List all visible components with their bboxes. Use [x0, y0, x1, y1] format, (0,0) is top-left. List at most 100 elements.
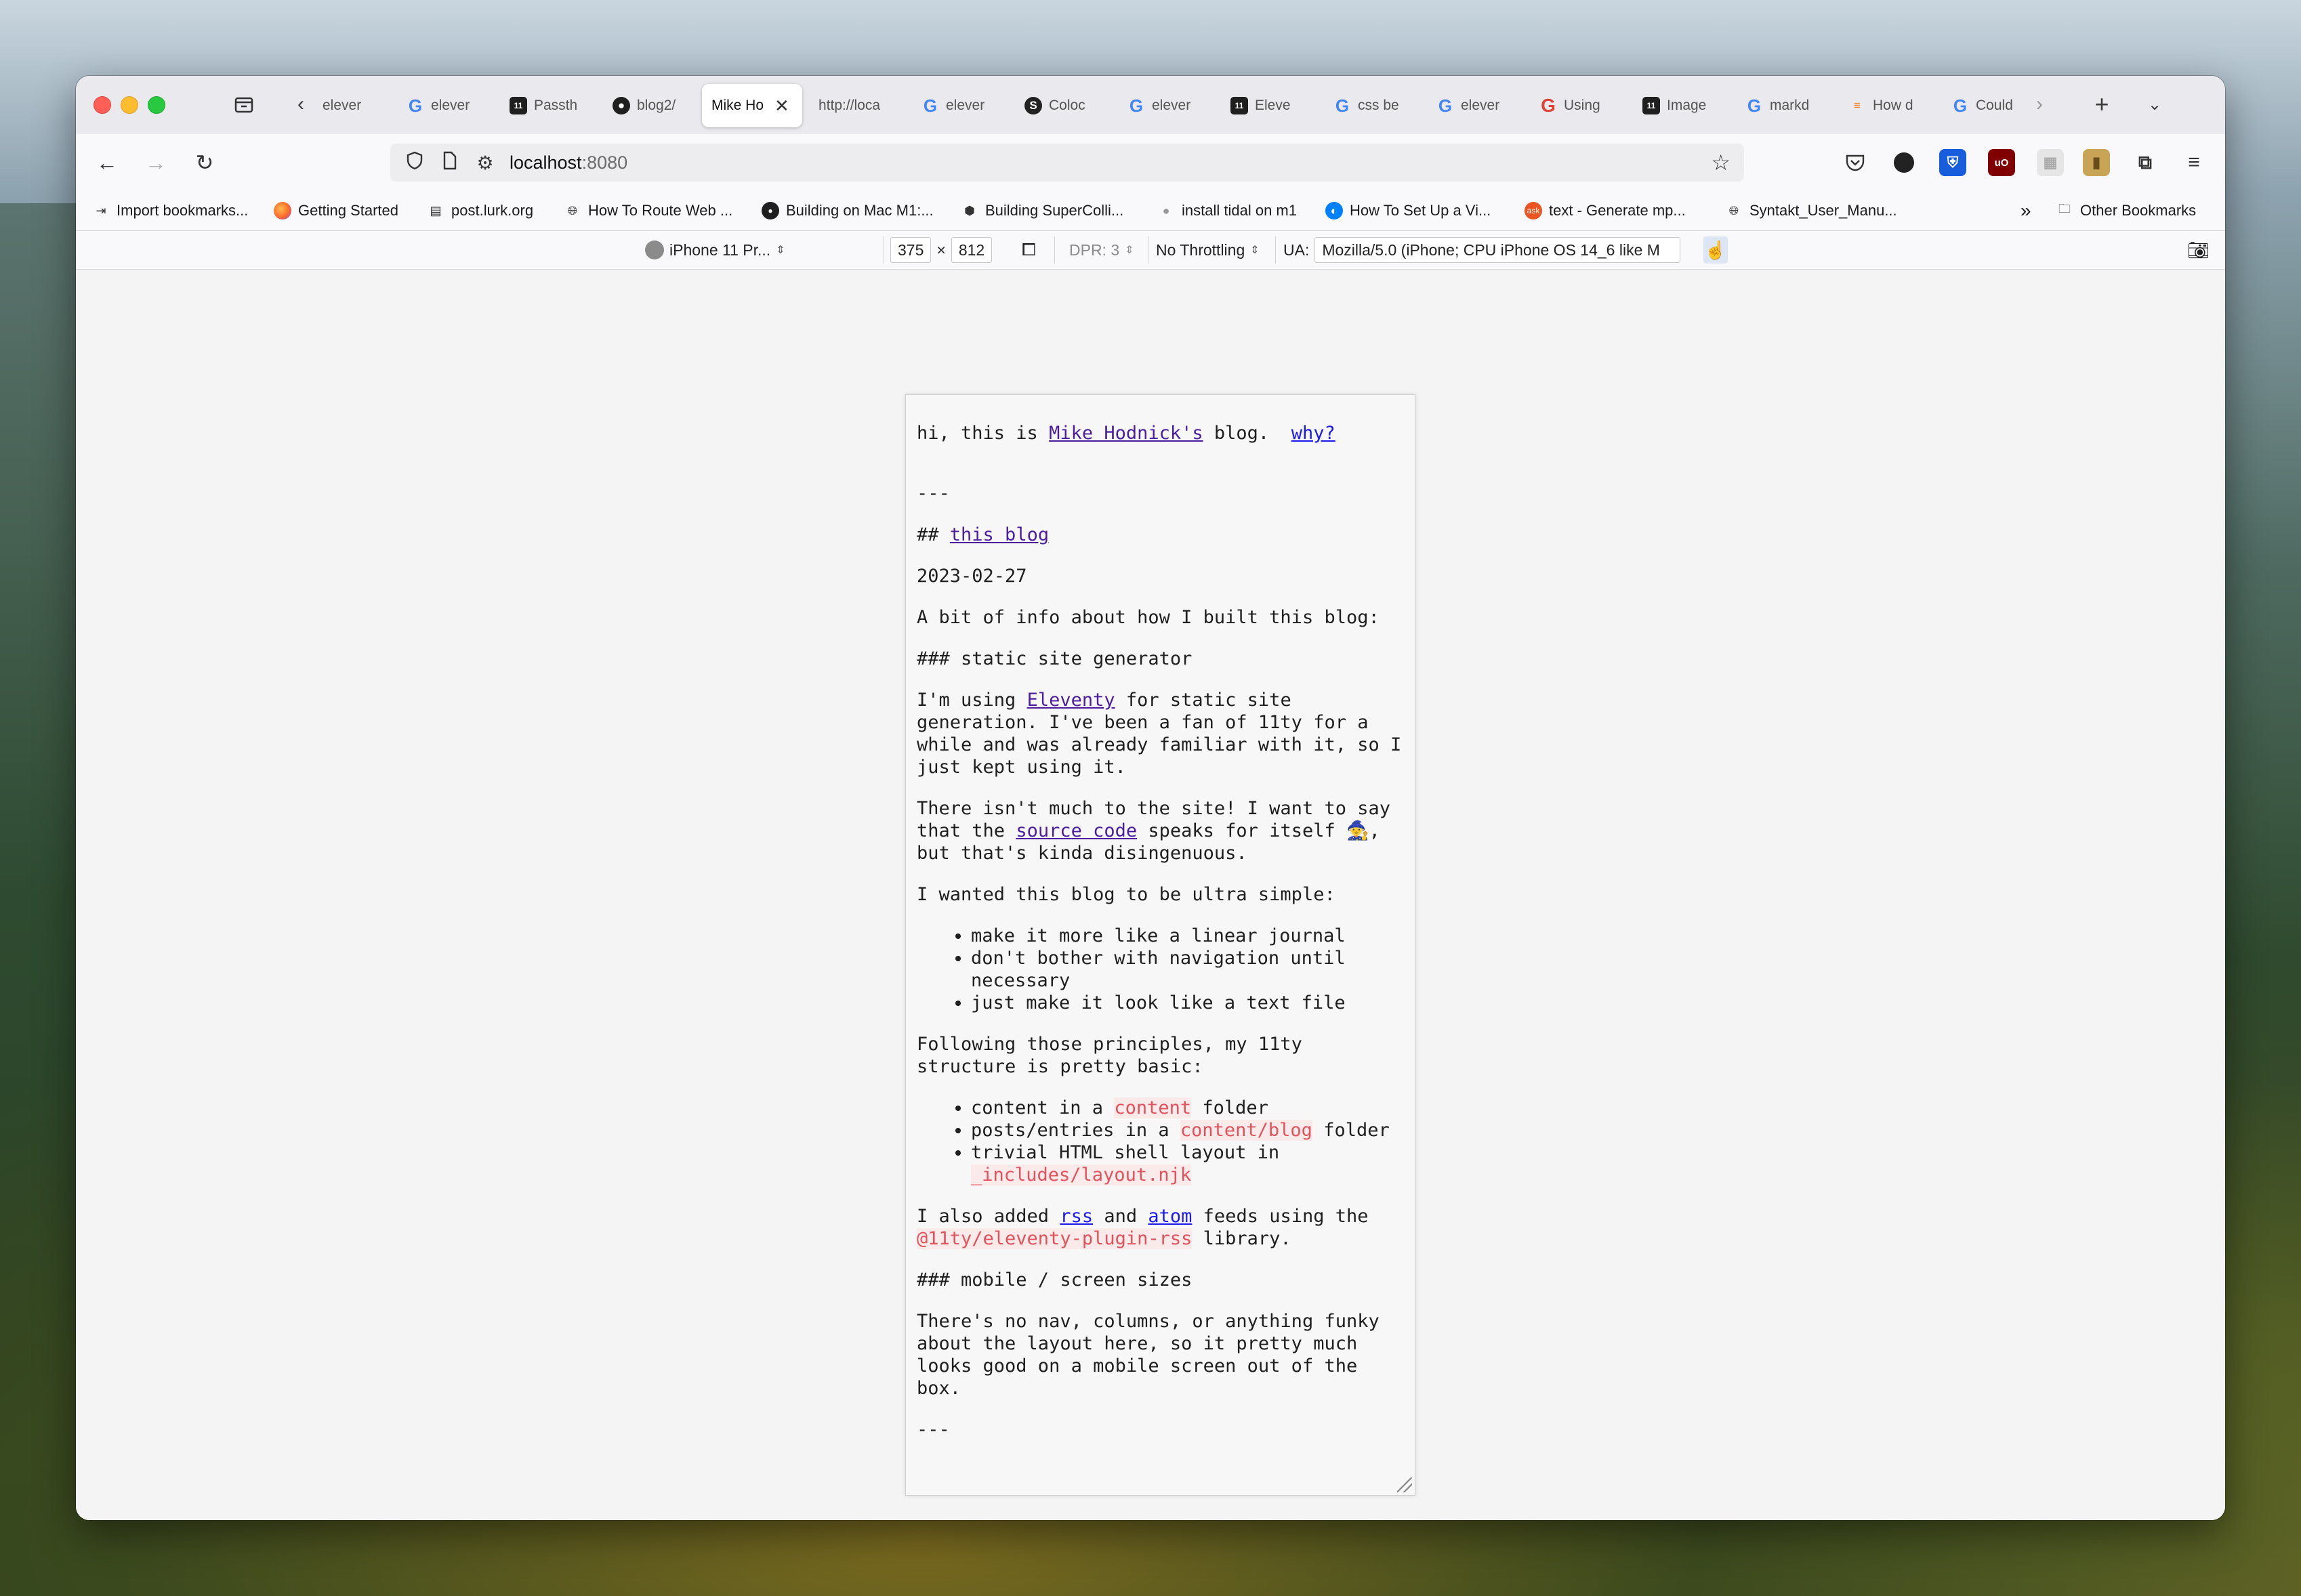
- scroll-tabs-right-icon[interactable]: ›: [2026, 91, 2053, 118]
- bookmark-item[interactable]: ● Building on Mac M1:...: [762, 198, 934, 224]
- reload-icon[interactable]: ↻: [190, 148, 220, 177]
- responsive-viewport-area: hi, this is Mike Hodnick's blog. why? --…: [76, 270, 2225, 1520]
- tab[interactable]: 11 Eleve: [1221, 84, 1316, 127]
- dpr-selector[interactable]: DPR: 3 ⇕: [1069, 231, 1134, 269]
- extensions-puzzle-icon[interactable]: ⧉: [2132, 149, 2159, 176]
- paragraph: I also added rss and atom feeds using th…: [917, 1205, 1404, 1250]
- bookmark-item[interactable]: ● install tidal on m1: [1157, 198, 1297, 224]
- list-text: posts/entries in a: [971, 1120, 1180, 1141]
- bookmark-item[interactable]: ⇥ Import bookmarks...: [92, 198, 248, 224]
- author-link[interactable]: Mike Hodnick's: [1049, 423, 1203, 444]
- tab[interactable]: elever: [313, 84, 388, 127]
- bookmark-item[interactable]: 🌐︎ Syntakt_User_Manu...: [1725, 198, 1897, 224]
- tab-title: elever: [431, 98, 470, 113]
- tab[interactable]: G css be: [1324, 84, 1419, 127]
- url-text[interactable]: localhost:8080: [510, 152, 627, 173]
- zoom-window-button[interactable]: [148, 96, 165, 114]
- list-text: folder: [1191, 1097, 1268, 1118]
- viewport-width-input[interactable]: 375: [890, 237, 932, 263]
- separator: [1054, 236, 1055, 264]
- tab[interactable]: 11 Image: [1633, 84, 1728, 127]
- minimize-window-button[interactable]: [121, 96, 138, 114]
- bitwarden-icon[interactable]: ⛨: [1939, 149, 1966, 176]
- bookmark-item[interactable]: ⬢ Building SuperColli...: [961, 198, 1123, 224]
- bookmark-item[interactable]: Getting Started: [274, 198, 398, 224]
- tab-active[interactable]: Mike Ho ✕: [702, 84, 802, 127]
- close-tab-icon[interactable]: ✕: [774, 96, 789, 117]
- inline-code: @11ty/eleventy-plugin-rss: [917, 1228, 1193, 1249]
- rss-link[interactable]: rss: [1060, 1206, 1093, 1227]
- bookmark-item[interactable]: ask text - Generate mp...: [1525, 198, 1686, 224]
- shield-icon[interactable]: [404, 151, 426, 175]
- post-title-link[interactable]: this blog: [950, 524, 1049, 545]
- extension-grid-icon[interactable]: ▦: [2037, 149, 2064, 176]
- tab[interactable]: S Coloc: [1015, 84, 1110, 127]
- tab[interactable]: ● blog2/: [603, 84, 698, 127]
- tab[interactable]: G markd: [1736, 84, 1831, 127]
- tab-title: markd: [1770, 98, 1810, 113]
- list-text: trivial HTML shell layout in: [971, 1142, 1280, 1163]
- tab[interactable]: http://loca: [809, 84, 904, 127]
- tab[interactable]: ≡ How d: [1839, 84, 1934, 127]
- rotate-viewport-icon[interactable]: ⧠: [1022, 231, 1036, 269]
- why-link[interactable]: why?: [1291, 423, 1335, 444]
- device-selector[interactable]: iPhone 11 Pr... ⇕: [645, 231, 785, 269]
- bullet-list: make it more like a linear journal don't…: [917, 925, 1404, 1014]
- list-item: don't bother with navigation until neces…: [971, 947, 1404, 992]
- tab-title: blog2/: [637, 98, 676, 113]
- intro-text: hi, this is: [917, 423, 1050, 444]
- tab[interactable]: G elever: [1118, 84, 1213, 127]
- hamburger-menu-icon[interactable]: ≡: [2180, 149, 2207, 176]
- throttling-selector[interactable]: No Throttling ⇕: [1156, 231, 1260, 269]
- tab-title: Mike Ho: [711, 98, 764, 113]
- google-red-icon: G: [1541, 95, 1556, 116]
- google-icon: G: [923, 95, 938, 116]
- close-window-button[interactable]: [94, 96, 111, 114]
- firefox-icon: [274, 202, 291, 219]
- dark-reader-icon[interactable]: [1890, 149, 1918, 176]
- cookie-extension-icon[interactable]: ▮: [2083, 149, 2110, 176]
- dimension-times-sign: ×: [936, 240, 946, 259]
- tab[interactable]: 11 Passth: [500, 84, 595, 127]
- permissions-icon[interactable]: ⚙: [474, 152, 496, 174]
- other-bookmarks-folder[interactable]: 🗀︎ Other Bookmarks: [2056, 198, 2196, 224]
- back-arrow-icon[interactable]: ←: [92, 148, 122, 177]
- bookmark-label: How To Route Web ...: [588, 202, 733, 219]
- forward-arrow-icon[interactable]: →: [141, 148, 171, 177]
- source-code-link[interactable]: source code: [1016, 820, 1137, 841]
- user-agent-control: UA: Mozilla/5.0 (iPhone; CPU iPhone OS 1…: [1283, 231, 1681, 269]
- tab[interactable]: G elever: [1427, 84, 1522, 127]
- viewport-resize-handle[interactable]: [1397, 1477, 1412, 1492]
- import-icon: ⇥: [96, 203, 106, 217]
- bookmark-star-icon[interactable]: ☆: [1711, 150, 1730, 175]
- tab[interactable]: G elever: [912, 84, 1007, 127]
- tab-title: Passth: [534, 98, 578, 113]
- screenshot-camera-icon[interactable]: 📷︎: [2187, 231, 2210, 269]
- ublock-origin-icon[interactable]: uO: [1988, 149, 2015, 176]
- github-icon: ●: [613, 97, 630, 114]
- atom-link[interactable]: atom: [1148, 1206, 1192, 1227]
- touch-simulation-icon[interactable]: ☝: [1703, 236, 1728, 264]
- tab[interactable]: G elever: [397, 84, 492, 127]
- viewport-height-input[interactable]: 812: [951, 237, 993, 263]
- eleventy-link[interactable]: Eleventy: [1027, 690, 1115, 711]
- new-tab-icon[interactable]: +: [2088, 90, 2115, 118]
- tab-title: elever: [946, 98, 985, 113]
- bookmark-item[interactable]: 🌐︎ How To Route Web ...: [564, 198, 732, 224]
- bookmark-item[interactable]: ▤ post.lurk.org: [427, 198, 533, 224]
- more-bookmarks-chevron-icon[interactable]: »: [2020, 198, 2031, 224]
- list-all-tabs-icon[interactable]: ⌄: [2141, 91, 2168, 118]
- paragraph: I'm using Eleventy for static site gener…: [917, 689, 1404, 778]
- scroll-tabs-left-icon[interactable]: ‹: [287, 91, 314, 118]
- firefox-view-icon[interactable]: [230, 91, 257, 118]
- address-bar[interactable]: ⚙ localhost:8080 ☆: [390, 144, 1744, 182]
- pocket-icon[interactable]: [1842, 149, 1869, 176]
- page-icon[interactable]: [439, 151, 461, 175]
- user-agent-input[interactable]: Mozilla/5.0 (iPhone; CPU iPhone OS 14_6 …: [1314, 237, 1681, 263]
- paragraph: There's no nav, columns, or anything fun…: [917, 1311, 1380, 1399]
- tab[interactable]: G Could: [1942, 84, 2029, 127]
- bookmark-label: How To Set Up a Vi...: [1350, 202, 1491, 219]
- tab-title: Image: [1667, 98, 1707, 113]
- bookmark-item[interactable]: ◐ How To Set Up a Vi...: [1325, 198, 1491, 224]
- tab[interactable]: G Using: [1530, 84, 1625, 127]
